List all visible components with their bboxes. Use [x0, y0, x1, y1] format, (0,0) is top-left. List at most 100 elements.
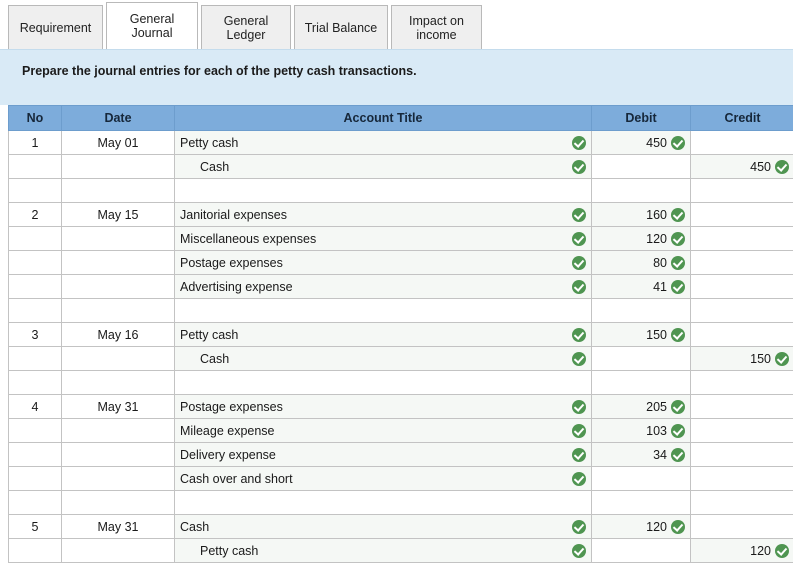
- instruction-text: Prepare the journal entries for each of …: [22, 64, 417, 78]
- cell-date[interactable]: May 15: [62, 203, 175, 227]
- cell-account-title[interactable]: Petty cash: [175, 539, 592, 563]
- cell-credit[interactable]: 120: [691, 539, 793, 563]
- cell-date[interactable]: [62, 179, 175, 203]
- cell-credit[interactable]: [691, 467, 793, 491]
- debit-content: [597, 299, 685, 322]
- cell-credit[interactable]: [691, 371, 793, 395]
- cell-credit[interactable]: [691, 323, 793, 347]
- account-title-content: Cash: [180, 515, 586, 538]
- cell-date[interactable]: [62, 251, 175, 275]
- cell-account-title[interactable]: Postage expenses: [175, 395, 592, 419]
- tab-requirement[interactable]: Requirement: [8, 5, 103, 49]
- cell-debit[interactable]: 80: [592, 251, 691, 275]
- cell-credit[interactable]: [691, 251, 793, 275]
- cell-date[interactable]: [62, 275, 175, 299]
- cell-account-title[interactable]: [175, 299, 592, 323]
- cell-debit[interactable]: 205: [592, 395, 691, 419]
- credit-content: [696, 467, 789, 490]
- cell-debit[interactable]: 120: [592, 515, 691, 539]
- table-row: 4May 31Postage expenses205: [9, 395, 793, 419]
- credit-content: [696, 371, 789, 394]
- cell-date[interactable]: [62, 419, 175, 443]
- cell-account-title[interactable]: Cash: [175, 515, 592, 539]
- cell-credit[interactable]: 150: [691, 347, 793, 371]
- cell-credit[interactable]: [691, 299, 793, 323]
- cell-date[interactable]: May 31: [62, 515, 175, 539]
- cell-debit[interactable]: 41: [592, 275, 691, 299]
- cell-credit[interactable]: [691, 179, 793, 203]
- cell-credit[interactable]: [691, 443, 793, 467]
- check-circle-icon: [572, 472, 586, 486]
- cell-credit[interactable]: 450: [691, 155, 793, 179]
- cell-date[interactable]: [62, 467, 175, 491]
- cell-credit[interactable]: [691, 227, 793, 251]
- cell-no: [9, 251, 62, 275]
- cell-debit[interactable]: [592, 179, 691, 203]
- cell-debit[interactable]: 150: [592, 323, 691, 347]
- cell-date[interactable]: May 31: [62, 395, 175, 419]
- cell-credit[interactable]: [691, 275, 793, 299]
- table-row: 2May 15Janitorial expenses160: [9, 203, 793, 227]
- cell-account-title[interactable]: Cash over and short: [175, 467, 592, 491]
- account-title-text: Advertising expense: [180, 280, 293, 294]
- cell-credit[interactable]: [691, 491, 793, 515]
- cell-no: 4: [9, 395, 62, 419]
- cell-account-title[interactable]: Advertising expense: [175, 275, 592, 299]
- cell-debit[interactable]: 103: [592, 419, 691, 443]
- cell-debit[interactable]: 34: [592, 443, 691, 467]
- cell-date[interactable]: [62, 443, 175, 467]
- cell-date[interactable]: [62, 371, 175, 395]
- cell-account-title[interactable]: Mileage expense: [175, 419, 592, 443]
- cell-debit[interactable]: 120: [592, 227, 691, 251]
- cell-date[interactable]: [62, 491, 175, 515]
- debit-content: 34: [597, 443, 685, 466]
- cell-account-title[interactable]: Cash: [175, 155, 592, 179]
- cell-credit[interactable]: [691, 515, 793, 539]
- cell-date[interactable]: May 01: [62, 131, 175, 155]
- account-title-content: Petty cash: [180, 323, 586, 346]
- cell-date[interactable]: May 16: [62, 323, 175, 347]
- cell-debit[interactable]: [592, 539, 691, 563]
- cell-date[interactable]: [62, 347, 175, 371]
- cell-debit[interactable]: [592, 299, 691, 323]
- tab-bar: Requirement General JournalGeneral Ledger…: [0, 0, 793, 49]
- cell-debit[interactable]: [592, 491, 691, 515]
- cell-date[interactable]: [62, 539, 175, 563]
- cell-date[interactable]: [62, 155, 175, 179]
- cell-account-title[interactable]: Janitorial expenses: [175, 203, 592, 227]
- table-row: Advertising expense 41: [9, 275, 793, 299]
- cell-credit[interactable]: [691, 131, 793, 155]
- tab-impact-on-income[interactable]: Impact on income: [391, 5, 482, 49]
- tab-general-journal[interactable]: General Journal: [106, 2, 198, 49]
- debit-value: 41: [653, 280, 667, 294]
- cell-account-title[interactable]: Petty cash: [175, 131, 592, 155]
- cell-debit[interactable]: 450: [592, 131, 691, 155]
- cell-debit[interactable]: 160: [592, 203, 691, 227]
- account-title-content: Petty cash: [180, 539, 586, 562]
- cell-account-title[interactable]: Petty cash: [175, 323, 592, 347]
- cell-date[interactable]: [62, 227, 175, 251]
- cell-account-title[interactable]: [175, 371, 592, 395]
- cell-debit[interactable]: [592, 347, 691, 371]
- cell-account-title[interactable]: Postage expenses: [175, 251, 592, 275]
- cell-account-title[interactable]: [175, 179, 592, 203]
- cell-credit[interactable]: [691, 419, 793, 443]
- cell-no: 1: [9, 131, 62, 155]
- cell-account-title[interactable]: Cash: [175, 347, 592, 371]
- cell-debit[interactable]: [592, 371, 691, 395]
- account-title-content: [180, 491, 586, 514]
- cell-credit[interactable]: [691, 203, 793, 227]
- cell-account-title[interactable]: [175, 491, 592, 515]
- check-circle-icon: [572, 208, 586, 222]
- tab-trial-balance[interactable]: Trial Balance: [294, 5, 388, 49]
- tab-label: Requirement: [20, 21, 92, 35]
- cell-account-title[interactable]: Delivery expense: [175, 443, 592, 467]
- account-title-content: Cash: [180, 347, 586, 370]
- tab-general-ledger[interactable]: General Ledger: [201, 5, 291, 49]
- cell-debit[interactable]: [592, 155, 691, 179]
- cell-account-title[interactable]: Miscellaneous expenses: [175, 227, 592, 251]
- cell-debit[interactable]: [592, 467, 691, 491]
- cell-no: 3: [9, 323, 62, 347]
- cell-date[interactable]: [62, 299, 175, 323]
- cell-credit[interactable]: [691, 395, 793, 419]
